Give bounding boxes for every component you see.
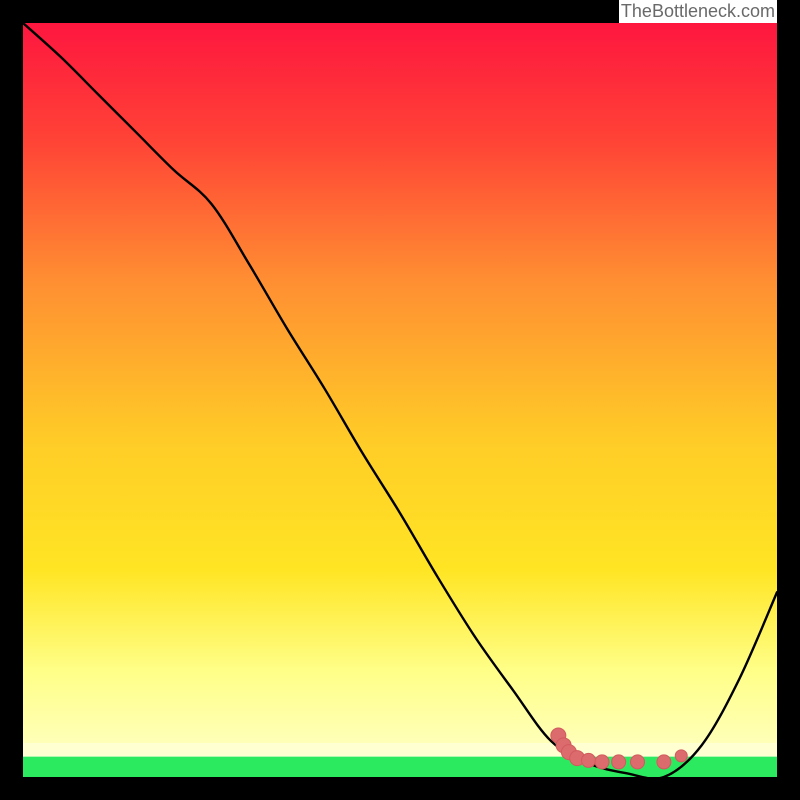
watermark-text: TheBottleneck.com <box>619 0 777 23</box>
bottleneck-curve-chart <box>23 23 777 777</box>
highlight-marker <box>657 755 671 769</box>
chart-frame: TheBottleneck.com <box>0 0 800 800</box>
highlight-marker <box>612 755 626 769</box>
highlight-marker <box>582 753 596 767</box>
highlight-marker <box>631 755 645 769</box>
highlight-marker <box>595 755 609 769</box>
plot-area <box>23 23 777 777</box>
highlight-marker-outlier <box>675 750 687 762</box>
